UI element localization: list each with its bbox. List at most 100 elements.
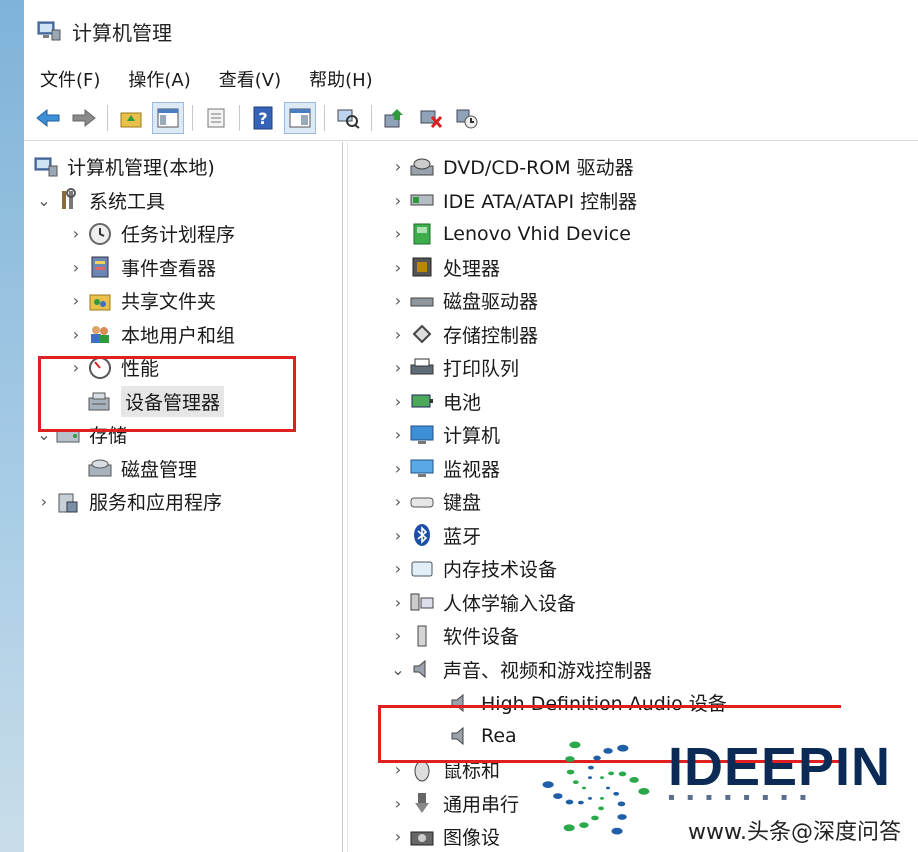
camera-icon	[408, 824, 436, 850]
svg-text:?: ?	[258, 109, 267, 128]
device-category[interactable]: › 电池	[348, 385, 918, 419]
monitor-icon	[408, 455, 436, 481]
chevron-right-icon[interactable]: ›	[66, 258, 86, 277]
services-icon	[54, 489, 82, 515]
processor-icon	[408, 254, 436, 280]
device-category[interactable]: › 监视器	[348, 452, 918, 486]
device-category-label: 电池	[443, 391, 482, 414]
chevron-right-icon[interactable]: ›	[388, 760, 408, 779]
show-action-pane-icon[interactable]	[284, 102, 316, 134]
help-icon[interactable]: ?	[248, 103, 278, 133]
chevron-right-icon[interactable]: ›	[388, 224, 408, 243]
device-category-label: 内存技术设备	[443, 559, 558, 582]
tree-services-apps-label: 服务和应用程序	[89, 492, 223, 515]
device-category[interactable]: › 键盘	[348, 485, 918, 519]
device-category[interactable]: › DVD/CD-ROM 驱动器	[348, 150, 918, 184]
device-category[interactable]: › Lenovo Vhid Device	[348, 217, 918, 251]
device-category[interactable]: › 蓝牙	[348, 519, 918, 553]
device-category[interactable]: › 存储控制器	[348, 318, 918, 352]
forward-arrow-icon[interactable]	[69, 103, 99, 133]
tree-system-tools-label: 系统工具	[89, 190, 166, 213]
tree-event-viewer[interactable]: › 事件查看器	[24, 251, 342, 285]
tree-task-scheduler-label: 任务计划程序	[121, 224, 236, 247]
chevron-right-icon[interactable]: ›	[66, 325, 86, 344]
logo-dot	[600, 796, 604, 800]
uninstall-device-icon[interactable]	[416, 103, 446, 133]
menu-action[interactable]: 操作(A)	[128, 66, 190, 92]
chevron-right-icon[interactable]: ›	[388, 191, 408, 210]
speaker-icon	[408, 656, 436, 682]
show-hide-tree-icon[interactable]	[152, 102, 184, 134]
chevron-right-icon[interactable]: ›	[388, 559, 408, 578]
device-category[interactable]: › 磁盘驱动器	[348, 284, 918, 318]
chevron-right-icon[interactable]: ›	[388, 157, 408, 176]
device-category[interactable]: › 打印队列	[348, 351, 918, 385]
scan-hardware-icon[interactable]	[333, 103, 363, 133]
menu-bar: 文件(F) 操作(A) 查看(V) 帮助(H)	[24, 62, 918, 96]
chevron-right-icon[interactable]: ›	[388, 593, 408, 612]
device-category[interactable]: › 人体学输入设备	[348, 586, 918, 620]
back-arrow-icon[interactable]	[33, 103, 63, 133]
battery-icon	[408, 388, 436, 414]
chevron-right-icon[interactable]: ›	[388, 425, 408, 444]
up-folder-icon[interactable]	[116, 103, 146, 133]
chevron-right-icon[interactable]: ›	[388, 325, 408, 344]
chevron-right-icon[interactable]: ›	[388, 258, 408, 277]
tree-disk-management[interactable]: 磁盘管理	[24, 452, 342, 486]
logo-dot	[588, 776, 592, 780]
device-category-label: IDE ATA/ATAPI 控制器	[443, 190, 638, 213]
storage-controller-icon	[408, 321, 436, 347]
device-category[interactable]: › 处理器	[348, 251, 918, 285]
device-category[interactable]: › IDE ATA/ATAPI 控制器	[348, 184, 918, 218]
chevron-right-icon[interactable]: ›	[388, 392, 408, 411]
chevron-right-icon[interactable]: ›	[388, 358, 408, 377]
chevron-down-icon[interactable]: ⌄	[388, 660, 408, 679]
bluetooth-icon	[408, 522, 436, 548]
logo-dot	[617, 744, 629, 752]
tree-services-apps[interactable]: › 服务和应用程序	[24, 485, 342, 519]
chevron-right-icon[interactable]: ›	[388, 827, 408, 846]
device-category-label: 计算机	[443, 425, 501, 448]
logo-dot	[566, 769, 575, 775]
tree-task-scheduler[interactable]: › 任务计划程序	[24, 217, 342, 251]
chevron-down-icon[interactable]: ⌄	[34, 191, 54, 210]
hid-device-icon	[408, 221, 436, 247]
device-category[interactable]: › 内存技术设备	[348, 552, 918, 586]
update-driver-icon[interactable]	[380, 103, 410, 133]
chevron-right-icon[interactable]: ›	[388, 794, 408, 813]
highlight-box-device-manager	[38, 356, 296, 432]
logo-dot	[598, 806, 604, 811]
clock-icon	[86, 221, 114, 247]
chevron-right-icon[interactable]: ›	[388, 459, 408, 478]
logo-dot	[613, 791, 620, 796]
logo-dot	[572, 780, 579, 785]
chevron-right-icon[interactable]: ›	[388, 492, 408, 511]
chevron-right-icon[interactable]: ›	[388, 526, 408, 545]
properties-icon[interactable]	[201, 103, 231, 133]
chevron-right-icon[interactable]: ›	[34, 492, 54, 511]
device-category[interactable]: ⌄ 声音、视频和游戏控制器	[348, 653, 918, 687]
navigation-tree: 计算机管理(本地) ⌄ 系统工具 › 任务计划程序 › 事件查看器 › 共享文件…	[24, 142, 343, 852]
logo-dot	[577, 800, 584, 805]
chevron-right-icon[interactable]: ›	[388, 626, 408, 645]
chevron-right-icon[interactable]: ›	[66, 224, 86, 243]
device-category[interactable]: › 计算机	[348, 418, 918, 452]
tree-shared-folders[interactable]: › 共享文件夹	[24, 284, 342, 318]
device-category-label: 蓝牙	[443, 525, 482, 548]
menu-help[interactable]: 帮助(H)	[309, 66, 373, 92]
tree-local-users[interactable]: › 本地用户和组	[24, 318, 342, 352]
device-category-label: 存储控制器	[443, 324, 539, 347]
enable-device-icon[interactable]	[452, 103, 482, 133]
menu-file[interactable]: 文件(F)	[40, 66, 100, 92]
tree-system-tools[interactable]: ⌄ 系统工具	[24, 184, 342, 218]
tree-root[interactable]: 计算机管理(本地)	[24, 150, 342, 184]
logo-dot	[588, 765, 594, 770]
usb-icon	[408, 790, 436, 816]
device-category[interactable]: › 软件设备	[348, 619, 918, 653]
watermark-credit: www.头条@深度问答	[688, 820, 901, 845]
chevron-right-icon[interactable]: ›	[388, 291, 408, 310]
toolbar-separator	[324, 105, 325, 131]
menu-view[interactable]: 查看(V)	[219, 66, 281, 92]
chevron-right-icon[interactable]: ›	[66, 291, 86, 310]
device-category-label: 图像设	[443, 827, 501, 850]
